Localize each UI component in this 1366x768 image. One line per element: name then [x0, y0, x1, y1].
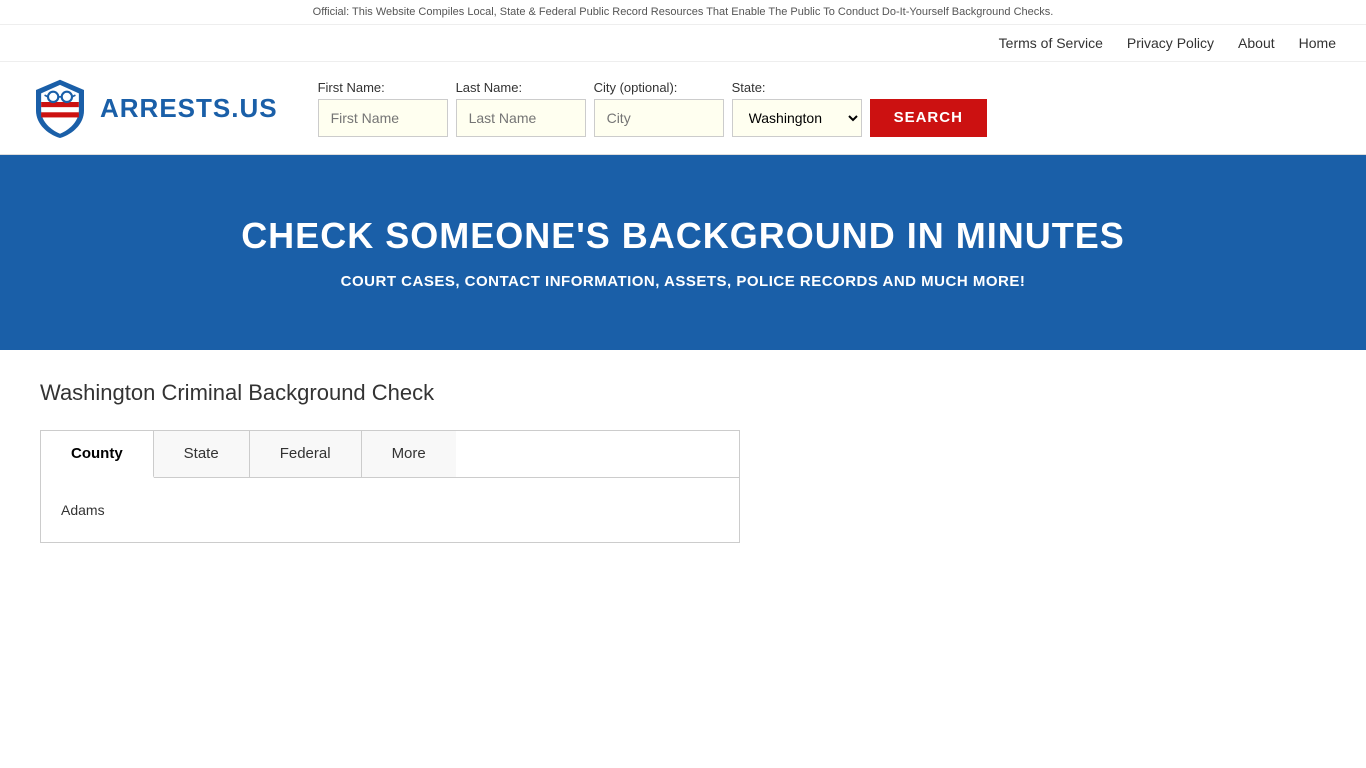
search-button[interactable]: SEARCH	[870, 99, 987, 137]
nav-about[interactable]: About	[1238, 35, 1275, 51]
state-label: State:	[732, 80, 862, 95]
tab-federal[interactable]: Federal	[250, 431, 362, 477]
tab-county[interactable]: County	[41, 431, 154, 478]
logo-icon	[30, 78, 90, 138]
city-input[interactable]	[594, 99, 724, 137]
logo-area: ARRESTS.US	[30, 78, 278, 138]
nav-home[interactable]: Home	[1299, 35, 1336, 51]
nav-privacy[interactable]: Privacy Policy	[1127, 35, 1214, 51]
hero-subheading: COURT CASES, CONTACT INFORMATION, ASSETS…	[20, 273, 1346, 290]
tab-content: Adams	[41, 478, 739, 542]
last-name-field: Last Name:	[456, 80, 586, 137]
first-name-label: First Name:	[318, 80, 448, 95]
list-item[interactable]: Adams	[61, 494, 719, 526]
header: ARRESTS.US First Name: Last Name: City (…	[0, 62, 1366, 155]
search-area: First Name: Last Name: City (optional): …	[318, 80, 987, 137]
city-label: City (optional):	[594, 80, 724, 95]
state-field: State: Select State Alabama Alaska Arizo…	[732, 80, 862, 137]
hero-heading: CHECK SOMEONE'S BACKGROUND IN MINUTES	[20, 215, 1346, 257]
first-name-field: First Name:	[318, 80, 448, 137]
top-banner: Official: This Website Compiles Local, S…	[0, 0, 1366, 25]
page-subtitle: Washington Criminal Background Check	[40, 380, 1160, 406]
tab-header: County State Federal More	[41, 431, 739, 478]
last-name-label: Last Name:	[456, 80, 586, 95]
banner-text: Official: This Website Compiles Local, S…	[313, 6, 1054, 18]
state-select[interactable]: Select State Alabama Alaska Arizona Arka…	[732, 99, 862, 137]
city-field: City (optional):	[594, 80, 724, 137]
first-name-input[interactable]	[318, 99, 448, 137]
main-content: Washington Criminal Background Check Cou…	[0, 350, 1200, 573]
nav-bar: Terms of Service Privacy Policy About Ho…	[0, 25, 1366, 62]
last-name-input[interactable]	[456, 99, 586, 137]
tab-more[interactable]: More	[362, 431, 456, 477]
logo-text: ARRESTS.US	[100, 93, 278, 124]
tab-state[interactable]: State	[154, 431, 250, 477]
record-table: County State Federal More Adams	[40, 430, 740, 543]
hero-section: CHECK SOMEONE'S BACKGROUND IN MINUTES CO…	[0, 155, 1366, 350]
nav-terms[interactable]: Terms of Service	[999, 35, 1103, 51]
